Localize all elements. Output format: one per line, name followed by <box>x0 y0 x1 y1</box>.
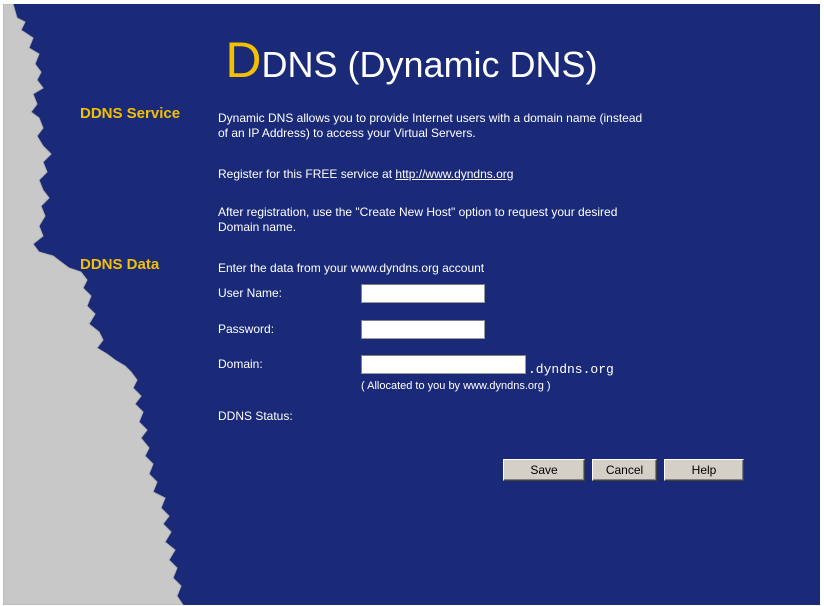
ddns-page: DDNS (Dynamic DNS) DDNS Service Dynamic … <box>3 4 820 605</box>
register-text: Register for this FREE service at http:/… <box>218 167 513 182</box>
ddns-service-description: Dynamic DNS allows you to provide Intern… <box>218 111 778 141</box>
domain-note: ( Allocated to you by www.dyndns.org ) <box>361 380 551 392</box>
domain-label: Domain: <box>218 357 263 371</box>
ddns-data-intro: Enter the data from your www.dyndns.org … <box>218 261 485 275</box>
user-name-label: User Name: <box>218 286 283 300</box>
page-title-initial: D <box>225 32 262 88</box>
page-title: DDNS (Dynamic DNS) <box>3 31 820 89</box>
password-label: Password: <box>218 322 275 336</box>
save-button[interactable]: Save <box>503 459 585 481</box>
ddns-status-label: DDNS Status: <box>218 409 293 423</box>
dyndns-link[interactable]: http://www.dyndns.org <box>395 167 513 181</box>
description-line-1: Dynamic DNS allows you to provide Intern… <box>218 111 643 125</box>
ddns-service-heading: DDNS Service <box>80 105 181 122</box>
password-input[interactable] <box>361 320 485 339</box>
domain-input[interactable] <box>361 355 526 374</box>
after-registration-text: After registration, use the "Create New … <box>218 205 778 235</box>
user-name-input[interactable] <box>361 284 485 303</box>
ddns-data-heading: DDNS Data <box>80 256 160 273</box>
help-button[interactable]: Help <box>664 459 744 481</box>
torn-paper-edge-decoration <box>3 4 184 605</box>
after-line-1: After registration, use the "Create New … <box>218 205 618 219</box>
page-title-rest: DNS (Dynamic DNS) <box>261 44 598 85</box>
domain-suffix: .dyndns.org <box>528 362 614 377</box>
description-line-2: of an IP Address) to access your Virtual… <box>218 126 476 140</box>
after-line-2: Domain name. <box>218 220 297 234</box>
cancel-button[interactable]: Cancel <box>592 459 657 481</box>
register-label: Register for this FREE service at <box>218 167 396 181</box>
